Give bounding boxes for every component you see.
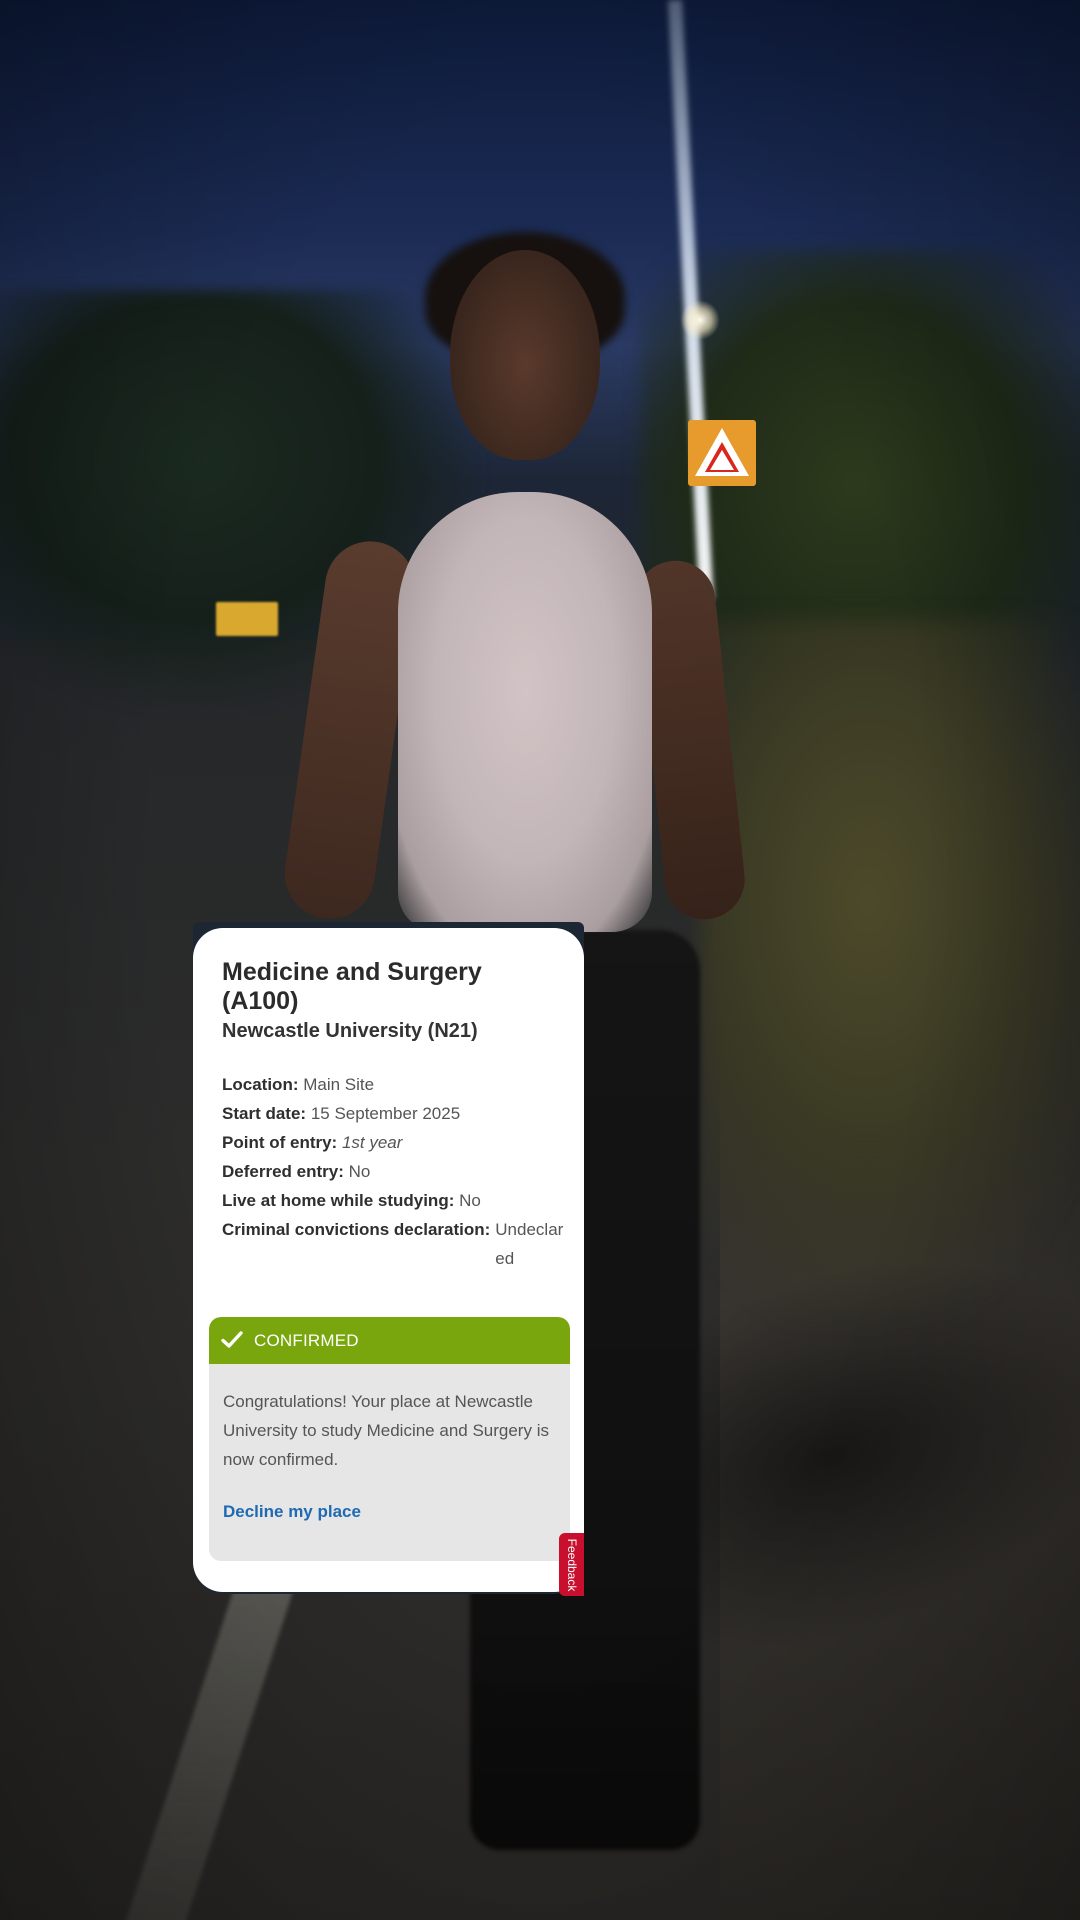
detail-value: No [459,1191,481,1210]
detail-value: Main Site [303,1075,375,1094]
detail-value: Undeclared [495,1220,564,1268]
offer-card: Medicine and Surgery (A100) Newcastle Un… [193,928,584,1592]
status-panel: CONFIRMED Congratulations! Your place at… [209,1317,570,1561]
detail-value: 1st year [341,1133,403,1152]
decline-place-link[interactable]: Decline my place [223,1501,361,1523]
detail-value: No [348,1162,371,1181]
detail-label: Deferred entry: [222,1162,344,1181]
detail-label: Live at home while studying: [222,1191,455,1210]
detail-label: Criminal convictions declaration: [222,1220,491,1239]
course-title: Medicine and Surgery (A100) [222,958,482,1015]
detail-start-date: Start date: 15 September 2025 [222,1099,572,1128]
detail-criminal-convictions: Criminal convictions declaration: Undecl… [222,1215,572,1273]
detail-label: Location: [222,1075,299,1094]
feedback-tab[interactable]: Feedback [559,1533,584,1596]
checkmark-icon [221,1331,243,1348]
status-message: Congratulations! Your place at Newcastle… [223,1392,549,1469]
feedback-label: Feedback [564,1538,579,1591]
detail-label: Start date: [222,1104,307,1123]
university-name: Newcastle University (N21) [222,1020,478,1042]
detail-live-at-home: Live at home while studying: No [222,1186,572,1215]
detail-label: Point of entry: [222,1133,338,1152]
status-header: CONFIRMED [209,1317,570,1364]
status-badge: CONFIRMED [254,1331,359,1350]
detail-point-of-entry: Point of entry: 1st year [222,1128,572,1157]
detail-deferred-entry: Deferred entry: No [222,1157,572,1186]
course-details: Location: Main Site Start date: 15 Septe… [222,1070,572,1273]
detail-location: Location: Main Site [222,1070,572,1099]
detail-value: 15 September 2025 [310,1104,461,1123]
